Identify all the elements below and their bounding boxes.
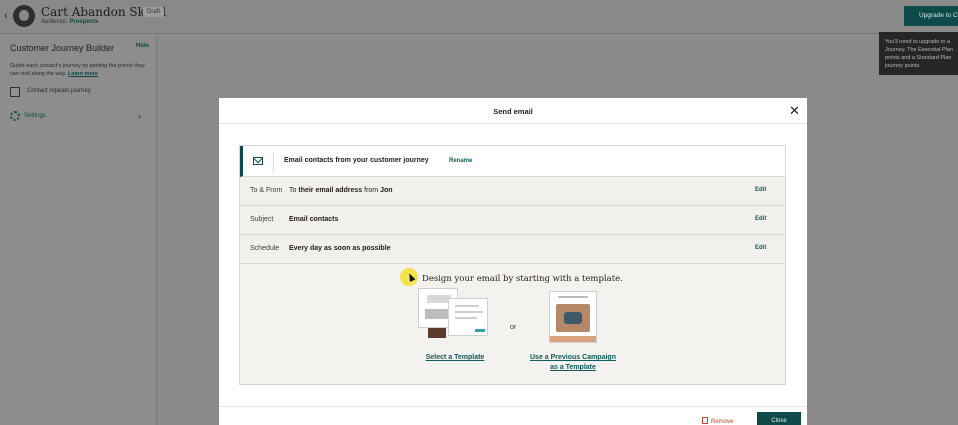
or-divider: or: [510, 324, 517, 331]
modal-footer: Remove Close: [219, 406, 807, 425]
audience-label: Audience:: [41, 19, 68, 25]
select-template-link[interactable]: Select a Template: [423, 353, 487, 363]
hide-sidebar-link[interactable]: Hide: [136, 43, 149, 49]
subject-label: Subject: [250, 216, 274, 223]
journey-sidebar: Customer Journey Builder Hide Guide each…: [0, 35, 157, 425]
remove-label: Remove: [711, 419, 734, 425]
subject-text: Email contacts: [289, 216, 339, 223]
template-doc-image: [428, 328, 446, 338]
to-from-value: To their email address from Jon: [289, 187, 393, 194]
mailchimp-logo[interactable]: [13, 5, 35, 27]
audience-value[interactable]: Prospects: [69, 19, 98, 25]
remove-button[interactable]: Remove: [702, 417, 733, 425]
template-doc-back: [448, 298, 488, 336]
from-word: from: [364, 187, 379, 194]
contact-repeats-checkbox[interactable]: [10, 87, 20, 97]
upgrade-tooltip: You'll need to upgrade to a Journey. The…: [879, 32, 958, 75]
edit-to-from-link[interactable]: Edit: [755, 187, 766, 193]
envelope-icon: [253, 157, 263, 165]
sidebar-description: Guide each contact's journey by plotting…: [10, 62, 150, 78]
to-address: their email address: [298, 187, 363, 194]
previous-campaign-illustration[interactable]: [549, 291, 597, 343]
subject-row: Subject Email contacts Edit: [240, 206, 785, 235]
to-prefix: To: [289, 187, 297, 194]
to-from-label: To & From: [250, 187, 283, 194]
close-button[interactable]: Close: [757, 412, 801, 425]
back-arrow-icon[interactable]: ‹: [4, 10, 8, 22]
to-from-row: To & From To their email address from Jo…: [240, 177, 785, 206]
rename-link[interactable]: Rename: [449, 158, 472, 164]
prev-campaign-line2: as a Template: [550, 364, 596, 371]
use-previous-campaign-link[interactable]: Use a Previous Campaign as a Template: [527, 353, 619, 373]
trash-icon: [702, 417, 708, 424]
modal-title: Send email: [219, 98, 807, 124]
schedule-text: Every day as soon as possible: [289, 245, 391, 252]
email-header-row: Email contacts from your customer journe…: [240, 146, 785, 177]
template-illustration[interactable]: [418, 288, 490, 344]
schedule-label: Schedule: [250, 245, 280, 252]
schedule-value: Every day as soon as possible: [289, 245, 391, 252]
close-icon[interactable]: ✕: [789, 103, 800, 119]
send-email-modal: Send email ✕ Email contacts from your cu…: [219, 98, 807, 425]
sidebar-title: Customer Journey Builder: [10, 43, 115, 53]
contact-repeats-label: Contact repeats journey: [27, 88, 91, 94]
top-bar: ‹ Cart Abandon Skin 1 Draft Audience: Pr…: [0, 0, 958, 75]
design-heading: Design your email by starting with a tem…: [422, 274, 623, 284]
email-settings-card: Email contacts from your customer journe…: [239, 145, 786, 385]
sidebar-item-settings[interactable]: Settings ›: [10, 111, 146, 123]
gear-icon: [10, 111, 20, 121]
settings-label: Settings: [24, 113, 46, 119]
draft-badge: Draft: [143, 7, 165, 17]
from-name: Jon: [380, 187, 393, 194]
edit-schedule-link[interactable]: Edit: [755, 245, 766, 251]
email-name: Email contacts from your customer journe…: [284, 157, 429, 164]
edit-subject-link[interactable]: Edit: [755, 216, 766, 222]
chevron-right-icon: ›: [138, 111, 141, 121]
upgrade-button[interactable]: Upgrade to Co: [904, 6, 958, 26]
schedule-row: Schedule Every day as soon as possible E…: [240, 235, 785, 264]
divider: [273, 152, 274, 171]
learn-more-link[interactable]: Learn more: [68, 71, 98, 77]
audience-info: Audience: Prospects: [41, 19, 98, 25]
prev-campaign-line1: Use a Previous Campaign: [530, 354, 616, 361]
subject-value: Email contacts: [289, 216, 338, 223]
